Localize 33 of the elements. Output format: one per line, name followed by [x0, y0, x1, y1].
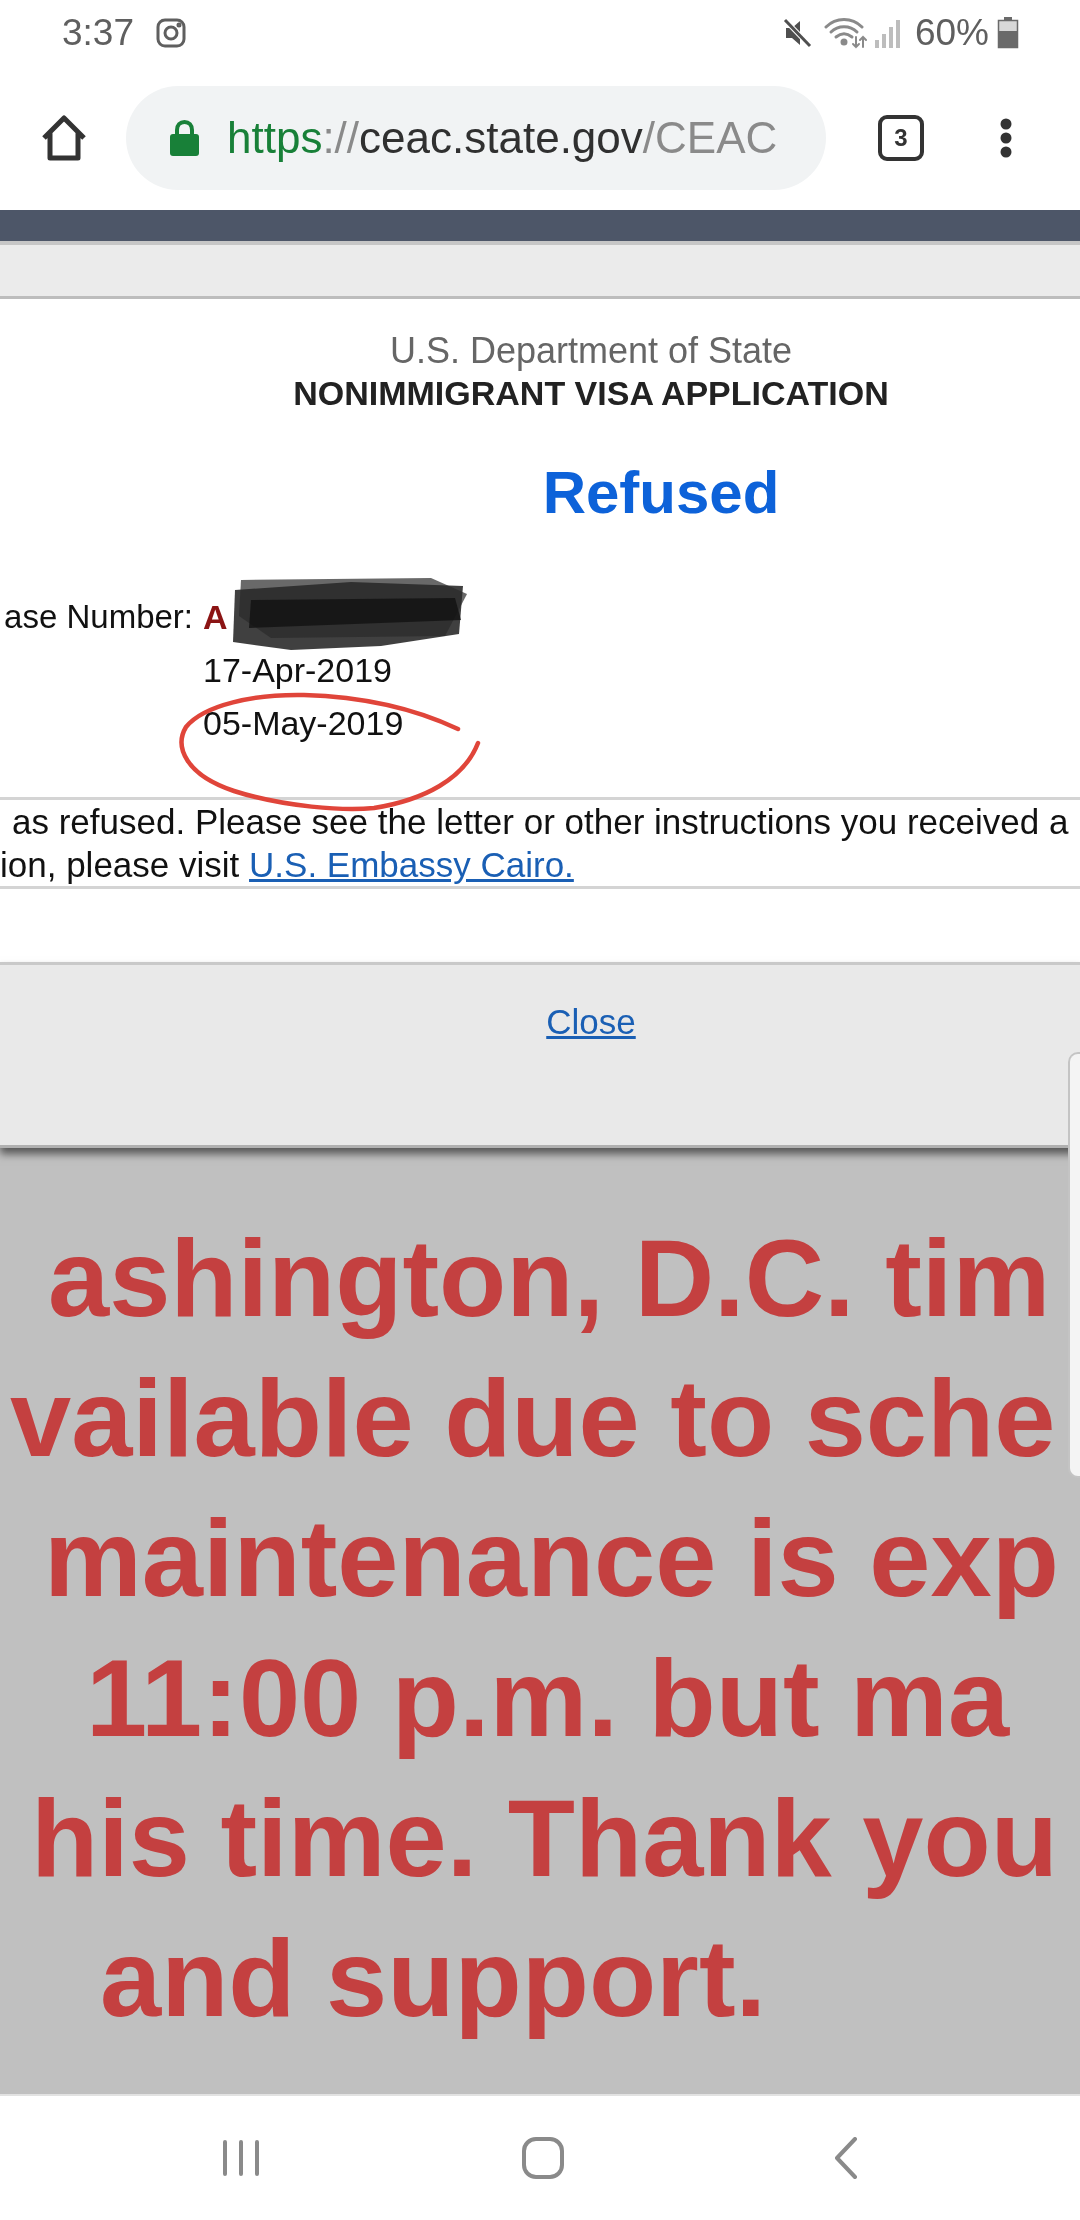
back-icon[interactable] — [834, 2137, 858, 2179]
maintenance-text: maintenance is exp — [44, 1496, 1059, 1619]
status-time: 3:37 — [62, 11, 134, 56]
tab-count-button[interactable]: 3 — [878, 115, 924, 161]
field-label: ase Number: — [4, 597, 193, 635]
signal-icon — [873, 18, 901, 48]
home-icon[interactable] — [40, 114, 88, 162]
embassy-link[interactable]: U.S. Embassy Cairo. — [249, 845, 574, 884]
home-nav-icon[interactable] — [522, 2137, 564, 2179]
maintenance-text: 11:00 p.m. but ma — [86, 1636, 1010, 1759]
wifi-icon — [823, 17, 867, 49]
status-heading: Refused — [542, 459, 780, 526]
date-value: 17-Apr-2019 — [203, 650, 392, 689]
recent-apps-icon[interactable] — [222, 2139, 260, 2177]
address-bar[interactable]: https://ceac.state.gov/CEAC — [126, 86, 826, 190]
lock-icon — [169, 120, 200, 156]
case-number-value: A — [203, 597, 228, 636]
maintenance-text: vailable due to sche — [10, 1356, 1056, 1479]
agency-name: U.S. Department of State — [389, 330, 793, 371]
camera-app-icon — [156, 18, 186, 48]
maintenance-text: ashington, D.C. tim — [48, 1216, 1051, 1339]
battery-percent: 60% — [914, 11, 989, 56]
battery-icon — [997, 17, 1019, 49]
edge-panel-handle[interactable] — [1068, 1052, 1080, 1478]
application-title: NONIMMIGRANT VISA APPLICATION — [293, 374, 889, 412]
date-value: 05-May-2019 — [203, 703, 404, 742]
maintenance-text: his time. Thank you — [31, 1776, 1058, 1899]
menu-icon[interactable] — [999, 118, 1013, 158]
refusal-message: as refused. Please see the letter or other instructions you received a ion, please visit U.S. Embassy Cairo. — [0, 801, 1070, 886]
close-link[interactable]: Close — [546, 1002, 636, 1041]
url-text: https://ceac.state.gov/CEAC — [227, 112, 778, 164]
maintenance-text: and support. — [100, 1916, 767, 2039]
mute-icon — [782, 18, 812, 48]
